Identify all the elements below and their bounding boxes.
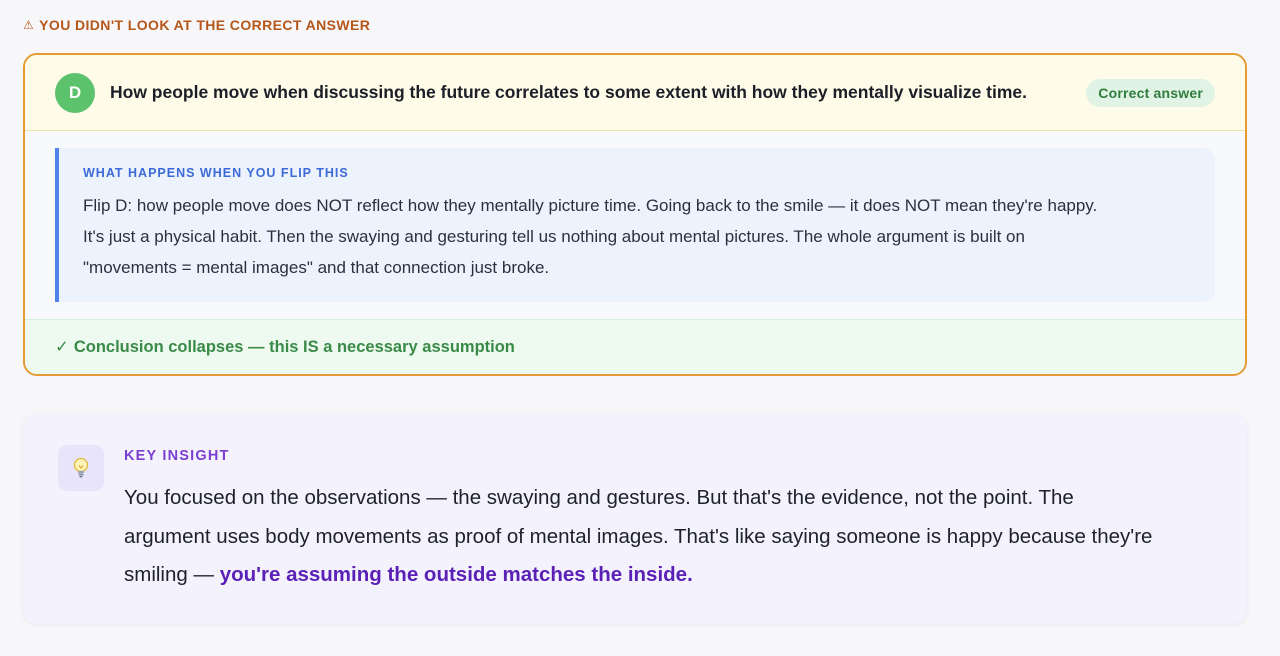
answer-card: D How people move when discussing the fu… (23, 53, 1247, 376)
insight-emphasis-text: you're assuming the outside matches the … (219, 563, 693, 586)
flip-body: Flip D: how people move does NOT reflect… (83, 190, 1191, 283)
flip-explanation-panel: WHAT HAPPENS WHEN YOU FLIP THIS Flip D: … (55, 148, 1215, 302)
insight-line: You focused on the observations — the sw… (124, 486, 1074, 509)
check-icon: ✓ (55, 338, 69, 356)
verdict-text: Conclusion collapses — this IS a necessa… (73, 337, 515, 356)
insight-body: You focused on the observations — the sw… (124, 479, 1224, 595)
warning-triangle-icon: ⚠ (23, 18, 35, 32)
key-insight-card: KEY INSIGHT You focused on the observati… (23, 414, 1247, 624)
insight-line: smiling — you're assuming the outside ma… (124, 556, 1224, 595)
insight-title: KEY INSIGHT (124, 448, 230, 464)
warning-text: YOU DIDN'T LOOK AT THE CORRECT ANSWER (39, 17, 371, 33)
insight-plain-text: smiling — (124, 563, 220, 586)
flip-line: "movements = mental images" and that con… (83, 258, 550, 277)
lightbulb-icon (73, 457, 89, 478)
verdict-footer: ✓ Conclusion collapses — this IS a neces… (25, 319, 1245, 374)
answer-header: D How people move when discussing the fu… (25, 55, 1245, 131)
flip-title: WHAT HAPPENS WHEN YOU FLIP THIS (83, 166, 349, 180)
warning-banner: ⚠ YOU DIDN'T LOOK AT THE CORRECT ANSWER (23, 16, 370, 34)
insight-line: argument uses body movements as proof of… (124, 524, 1153, 548)
correct-answer-badge: Correct answer (1086, 78, 1215, 107)
flip-line: Flip D: how people move does NOT reflect… (83, 196, 1098, 215)
flip-line: It's just a physical habit. Then the swa… (83, 227, 1025, 246)
answer-letter-badge: D (55, 72, 95, 113)
answer-text: How people move when discussing the futu… (110, 82, 1028, 102)
lightbulb-icon-box (58, 445, 104, 491)
